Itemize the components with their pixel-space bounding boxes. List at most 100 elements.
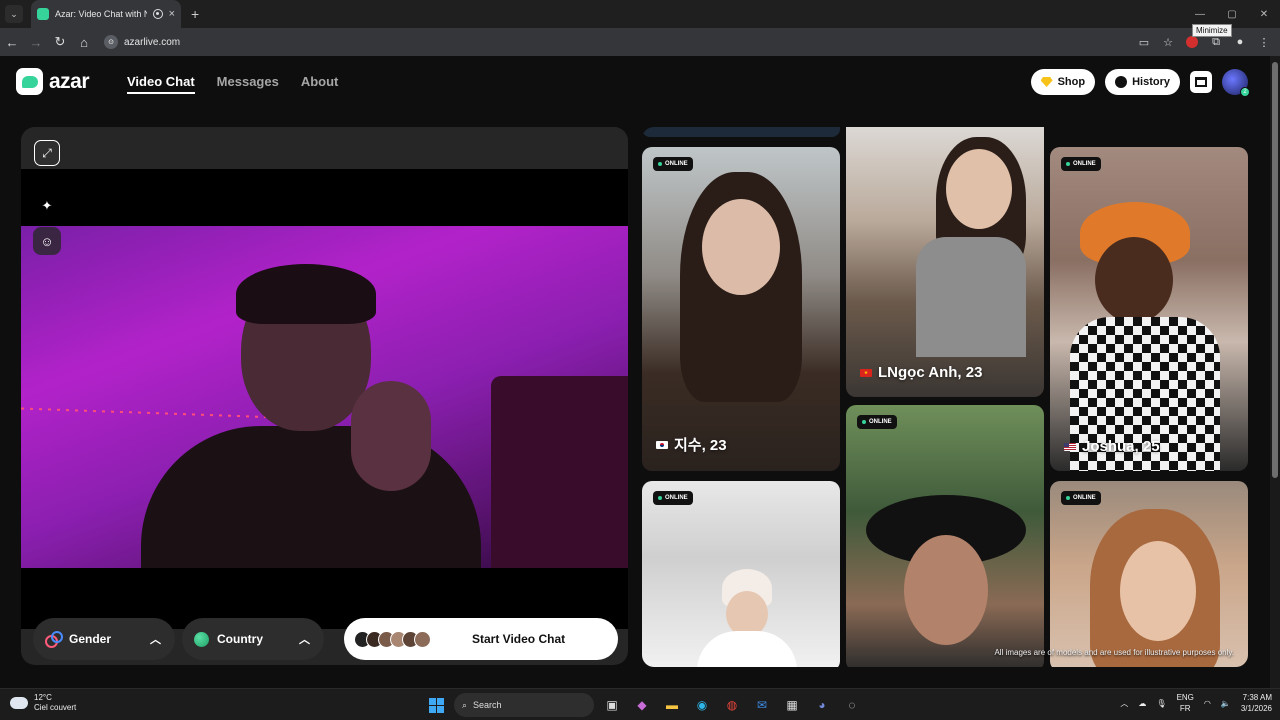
profile-face (946, 149, 1012, 229)
start-video-chat-label: Start Video Chat (472, 632, 566, 646)
profile-shirt (916, 237, 1026, 357)
mail-icon[interactable]: ✉ (750, 693, 774, 717)
edge-icon[interactable]: ◉ (690, 693, 714, 717)
tab-list-button[interactable]: ⌄ (5, 5, 23, 23)
online-badge: ONLINE (1061, 491, 1101, 505)
profile-card[interactable]: ONLINE (1050, 481, 1248, 667)
history-button[interactable]: History (1105, 69, 1180, 95)
gender-label: Gender (69, 632, 112, 646)
flag-vn-icon (860, 368, 872, 377)
person-hair (236, 264, 376, 324)
forward-button[interactable]: → (24, 30, 48, 54)
start-video-chat-button[interactable]: Start Video Chat (344, 618, 618, 660)
site-info-icon[interactable]: ⊙ (104, 35, 118, 49)
person-hand (351, 381, 431, 491)
discord-icon[interactable]: ◕ (810, 693, 834, 717)
new-tab-button[interactable]: + (191, 6, 199, 22)
close-window-button[interactable]: ✕ (1248, 0, 1280, 28)
face-filter-icon[interactable]: ☺ (33, 227, 61, 255)
back-button[interactable]: ← (0, 30, 24, 54)
home-button[interactable]: ⌂ (72, 30, 96, 54)
language-indicator[interactable]: ENG FR (1177, 692, 1194, 714)
inbox-button[interactable] (1190, 71, 1212, 93)
page: azar Video Chat Messages About Shop Hist… (0, 56, 1270, 688)
profile-card[interactable]: ONLINE Joshua, 25 (1050, 147, 1248, 471)
azar-logo-icon (16, 68, 43, 95)
magic-wand-icon[interactable]: ✦ (33, 192, 61, 220)
nav-messages[interactable]: Messages (217, 74, 279, 94)
windows-taskbar: 12°C Ciel couvert ⌕ Search ▣ ◆ ▬ ◉ ◍ ✉ ▦… (0, 688, 1280, 720)
chrome-icon[interactable]: ◍ (720, 693, 744, 717)
browser-menu-icon[interactable]: ⋮ (1254, 32, 1274, 52)
wifi-icon[interactable]: ◠ (1204, 699, 1211, 708)
profile-card[interactable]: ONLINE (642, 481, 840, 667)
start-menu-icon[interactable] (424, 693, 448, 717)
flag-us-icon (1064, 442, 1076, 451)
app-icon[interactable]: ◌ (840, 693, 864, 717)
online-badge: ONLINE (857, 415, 897, 429)
profile-card-partial (642, 127, 840, 137)
file-explorer-icon[interactable]: ▬ (660, 693, 684, 717)
user-avatar[interactable]: 2 (1222, 69, 1250, 97)
profile-card[interactable]: ONLINE 지수, 23 (642, 147, 840, 471)
azar-logo[interactable]: azar (16, 68, 90, 95)
url-bar[interactable]: ⊙ azarlive.com (102, 31, 1102, 53)
search-placeholder: Search (473, 700, 502, 710)
onedrive-icon[interactable]: ☁ (1138, 699, 1146, 708)
profile-name-text: 지수, 23 (674, 437, 727, 454)
tab-title: Azar: Video Chat with New (55, 9, 147, 19)
system-clock[interactable]: 7:38 AM 3/1/2026 (1241, 692, 1272, 714)
disclaimer-text: All images are of models and are used fo… (994, 648, 1234, 657)
led-strip (21, 407, 281, 419)
gender-icon (45, 631, 63, 648)
country-label: Country (217, 632, 263, 646)
azar-favicon-icon (37, 8, 49, 20)
reload-button[interactable]: ↻ (48, 30, 72, 54)
taskbar-search[interactable]: ⌕ Search (454, 693, 594, 717)
avatar-badge: 2 (1240, 87, 1250, 97)
bookmark-star-icon[interactable]: ☆ (1158, 32, 1178, 52)
shop-label: Shop (1057, 76, 1086, 88)
profile-card[interactable]: LNgọc Anh, 23 (846, 127, 1044, 397)
page-scrollbar[interactable] (1270, 56, 1280, 688)
store-icon[interactable]: ▦ (780, 693, 804, 717)
clock-time: 7:38 AM (1242, 693, 1272, 702)
main-nav: Video Chat Messages About (127, 74, 338, 94)
browser-addressbar: ← → ↻ ⌂ ⊙ azarlive.com ▭ ☆ ⧉ ● ⋮ (0, 28, 1280, 56)
online-badge: ONLINE (653, 157, 693, 171)
scrollbar-thumb[interactable] (1272, 62, 1278, 478)
volume-icon[interactable]: 🔈 (1221, 699, 1231, 708)
gender-filter-button[interactable]: Gender ︿ (33, 618, 175, 660)
profile-icon[interactable]: ● (1230, 32, 1250, 52)
expand-icon[interactable]: ⤢ (34, 140, 60, 166)
camera-feed (21, 226, 628, 568)
clock-icon (1115, 76, 1128, 88)
weather-temperature: 12°C (34, 693, 52, 702)
cast-icon[interactable]: ▭ (1134, 32, 1154, 52)
clock-date: 3/1/2026 (1240, 704, 1272, 713)
widgets-icon[interactable]: ◆ (630, 693, 654, 717)
task-view-icon[interactable]: ▣ (600, 693, 624, 717)
tab-close-button[interactable]: × (169, 8, 175, 20)
globe-icon (194, 631, 209, 647)
profile-name: Joshua, 25 (1064, 438, 1160, 455)
browser-tab[interactable]: Azar: Video Chat with New × (31, 0, 181, 28)
tray-chevron-icon[interactable]: ︿ (1120, 698, 1128, 709)
chevron-up-icon: ︿ (299, 634, 310, 646)
preview-avatars (354, 630, 431, 648)
shop-button[interactable]: Shop (1030, 69, 1096, 95)
profile-card[interactable]: ONLINE (846, 405, 1044, 667)
weather-widget[interactable]: 12°C Ciel couvert (10, 693, 76, 713)
nav-about[interactable]: About (301, 74, 339, 94)
microphone-icon[interactable]: 🎙 (1156, 699, 1166, 708)
video-panel: ⤢ ✦ ☺ Gender ︿ Country ︿ Start Video Cha… (21, 127, 628, 665)
history-label: History (1132, 76, 1170, 88)
language-top: ENG (1176, 693, 1194, 702)
background-chair (491, 376, 628, 568)
search-icon: ⌕ (462, 699, 468, 710)
chevron-up-icon: ︿ (150, 634, 161, 646)
country-filter-button[interactable]: Country ︿ (182, 618, 324, 660)
nav-video-chat[interactable]: Video Chat (127, 74, 195, 94)
online-badge: ONLINE (1061, 157, 1101, 171)
profile-face (1120, 541, 1196, 641)
